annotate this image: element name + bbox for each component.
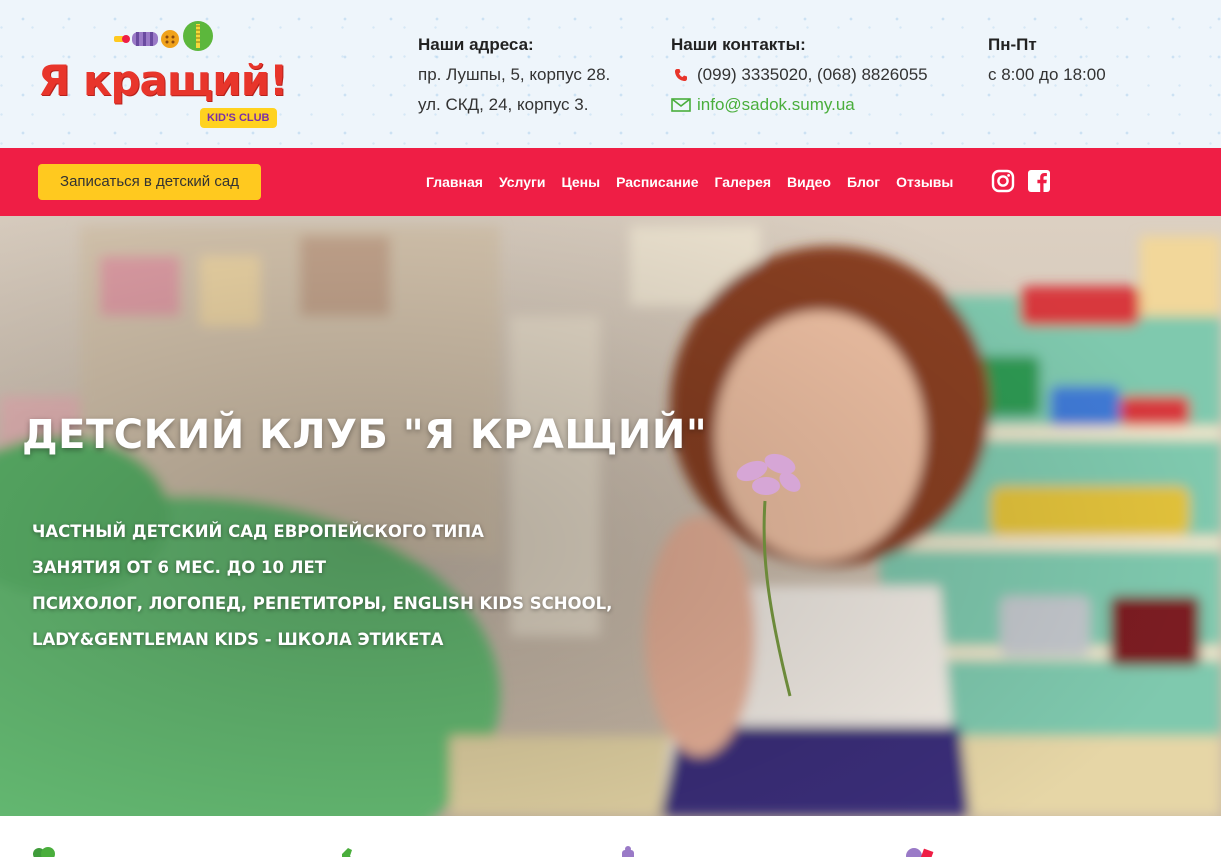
hours-block: Пн-Пт с 8:00 до 18:00 [988, 30, 1106, 90]
nav-menu: Главная Услуги Цены Расписание Галерея В… [418, 148, 961, 216]
toy-icon [622, 846, 634, 857]
logo-badge: KID'S CLUB [200, 108, 277, 128]
instagram-icon[interactable] [991, 169, 1015, 193]
hero-features-list: ЧАСТНЫЙ ДЕТСКИЙ САД ЕВРОПЕЙСКОГО ТИПА ЗА… [32, 514, 612, 658]
hours-title: Пн-Пт [988, 35, 1037, 54]
address-block: Наши адреса: пр. Лушпы, 5, корпус 28. ул… [418, 30, 610, 120]
phone-row[interactable]: (099) 3335020, (068) 8826055 [671, 60, 928, 90]
hero-line: LADY&GENTLEMAN KIDS - ШКОЛА ЭТИКЕТА [32, 630, 444, 649]
hours-time: с 8:00 до 18:00 [988, 65, 1106, 84]
facebook-icon[interactable] [1027, 169, 1051, 193]
toys-icon [114, 21, 213, 51]
phone-icon [671, 67, 691, 83]
nav-item-home[interactable]: Главная [418, 174, 491, 190]
email-link[interactable]: info@sadok.sumy.ua [697, 90, 855, 120]
nav-item-prices[interactable]: Цены [553, 174, 608, 190]
nav-item-blog[interactable]: Блог [839, 174, 888, 190]
hero-banner: ДЕТСКИЙ КЛУБ "Я КРАЩИЙ" ЧАСТНЫЙ ДЕТСКИЙ … [0, 216, 1221, 816]
main-nav: Записаться в детский сад Главная Услуги … [0, 148, 1221, 216]
hero-title: ДЕТСКИЙ КЛУБ "Я КРАЩИЙ" [22, 412, 708, 458]
site-logo[interactable]: Я кращий! KID'S CLUB [36, 18, 298, 130]
nav-item-gallery[interactable]: Галерея [706, 174, 779, 190]
hero-line: ПСИХОЛОГ, ЛОГОПЕД, РЕПЕТИТОРЫ, ENGLISH K… [32, 594, 613, 613]
features-strip [0, 816, 1221, 857]
phone-numbers: (099) 3335020, (068) 8826055 [697, 65, 928, 84]
mail-icon [671, 97, 691, 113]
art-icon [906, 848, 934, 857]
hero-line: ЗАНЯТИЯ ОТ 6 МЕС. ДО 10 ЛЕТ [32, 558, 326, 577]
enroll-button[interactable]: Записаться в детский сад [38, 164, 261, 200]
nav-item-services[interactable]: Услуги [491, 174, 554, 190]
contacts-block: Наши контакты: (099) 3335020, (068) 8826… [671, 30, 928, 120]
address-line: пр. Лушпы, 5, корпус 28. [418, 65, 611, 84]
dino-icon [342, 848, 352, 857]
logo-text: Я кращий! [38, 56, 288, 105]
address-line: ул. СКД, 24, корпус 3. [418, 95, 589, 114]
nav-item-reviews[interactable]: Отзывы [888, 174, 961, 190]
nav-item-schedule[interactable]: Расписание [608, 174, 706, 190]
contacts-title: Наши контакты: [671, 35, 806, 54]
email-row[interactable]: info@sadok.sumy.ua [671, 90, 928, 120]
site-header: Я кращий! KID'S CLUB Наши адреса: пр. Лу… [0, 0, 1221, 148]
address-title: Наши адреса: [418, 35, 534, 54]
hero-line: ЧАСТНЫЙ ДЕТСКИЙ САД ЕВРОПЕЙСКОГО ТИПА [32, 522, 484, 541]
nav-item-video[interactable]: Видео [779, 174, 839, 190]
tree-icon [33, 847, 55, 857]
